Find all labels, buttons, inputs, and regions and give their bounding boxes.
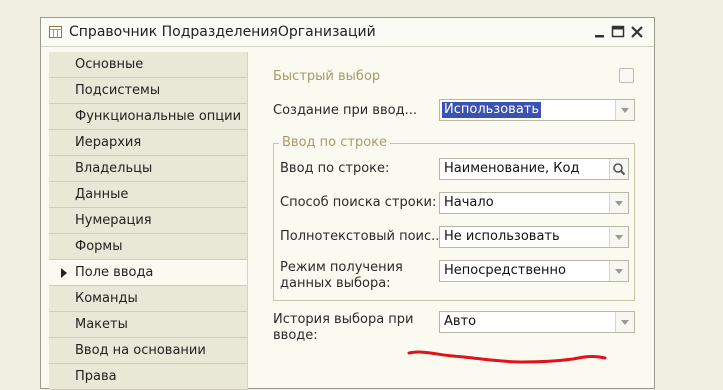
sidebar-item-label: Иерархия	[75, 135, 142, 150]
sidebar-item[interactable]: Нумерация	[49, 208, 247, 234]
history-label-line1: История выбора при	[273, 312, 414, 327]
title-bar[interactable]: Справочник ПодразделенияОрганизаций	[41, 18, 654, 47]
data-mode-select[interactable]: Непосредственно	[439, 260, 629, 282]
history-select[interactable]: Авто	[439, 311, 635, 333]
input-by-string-value: Наименование, Код	[444, 161, 580, 176]
search-method-select[interactable]: Начало	[439, 192, 629, 214]
sidebar-item-label: Функциональные опции	[75, 109, 242, 124]
search-method-label: Способ поиска строки:	[280, 195, 437, 210]
sidebar-item-label: Поле ввода	[75, 265, 154, 280]
chevron-down-icon[interactable]	[609, 261, 628, 281]
sidebar-item-label: Ввод на основании	[75, 343, 206, 358]
sidebar-item[interactable]: Владельцы	[49, 156, 247, 182]
sidebar-item-label: Команды	[75, 291, 138, 306]
maximize-icon[interactable]	[610, 24, 626, 40]
create-on-input-value: Использовать	[442, 102, 542, 118]
close-icon[interactable]	[629, 24, 645, 40]
data-mode-label-line2: данных выбора:	[280, 276, 391, 291]
sidebar-item-label: Данные	[75, 187, 129, 202]
sidebar-item-label: Права	[75, 369, 117, 384]
window-title: Справочник ПодразделенияОрганизаций	[69, 24, 376, 40]
sidebar-item[interactable]: Поле ввода	[49, 260, 247, 286]
table-icon	[49, 26, 62, 38]
sidebar-item[interactable]: Команды	[49, 286, 247, 312]
sidebar-item-label: Подсистемы	[75, 83, 161, 98]
chevron-down-icon[interactable]	[609, 193, 628, 213]
sidebar-item[interactable]: Данные	[49, 182, 247, 208]
search-button[interactable]	[609, 159, 628, 179]
fulltext-search-select[interactable]: Не использовать	[439, 226, 629, 248]
sidebar-separator	[247, 52, 248, 390]
sidebar: Основные Подсистемы Функциональные опции Ие…	[49, 52, 247, 390]
sidebar-item[interactable]: Основные	[49, 52, 247, 78]
input-by-string-field[interactable]: Наименование, Код	[439, 158, 629, 180]
search-icon	[613, 163, 626, 176]
history-value: Авто	[444, 314, 477, 329]
sidebar-item[interactable]: Права	[49, 364, 247, 390]
search-method-value: Начало	[444, 195, 494, 210]
sidebar-item-label: Макеты	[75, 317, 128, 332]
fulltext-search-label: Полнотекстовый поис...	[280, 229, 444, 244]
chevron-down-icon[interactable]	[615, 100, 634, 120]
sidebar-item-label: Владельцы	[75, 161, 153, 176]
create-on-input-select[interactable]: Использовать	[439, 99, 635, 121]
sidebar-item[interactable]: Иерархия	[49, 130, 247, 156]
quick-select-checkbox[interactable]	[619, 68, 634, 83]
window: Справочник ПодразделенияОрганизаций Осно…	[40, 17, 655, 390]
sidebar-item-label: Основные	[75, 57, 144, 72]
active-marker-icon	[61, 268, 67, 278]
sidebar-item-label: Формы	[75, 239, 123, 254]
minimize-icon[interactable]	[592, 24, 608, 40]
fulltext-search-value: Не использовать	[444, 229, 560, 244]
data-mode-value: Непосредственно	[444, 263, 566, 278]
quick-select-label: Быстрый выбор	[273, 69, 381, 84]
sidebar-item-label: Нумерация	[75, 213, 152, 228]
chevron-down-icon[interactable]	[609, 227, 628, 247]
annotation-underline	[407, 350, 607, 364]
data-mode-label-line1: Режим получения	[280, 260, 403, 275]
chevron-down-icon[interactable]	[615, 312, 634, 332]
history-label-line2: вводе:	[273, 328, 318, 343]
create-on-input-label: Создание при ввод...	[273, 103, 417, 118]
input-by-string-label: Ввод по строке:	[280, 161, 390, 176]
group-title: Ввод по строке	[279, 135, 391, 150]
sidebar-item[interactable]: Ввод на основании	[49, 338, 247, 364]
sidebar-item[interactable]: Подсистемы	[49, 78, 247, 104]
sidebar-item[interactable]: Формы	[49, 234, 247, 260]
sidebar-item[interactable]: Макеты	[49, 312, 247, 338]
sidebar-item[interactable]: Функциональные опции	[49, 104, 247, 130]
